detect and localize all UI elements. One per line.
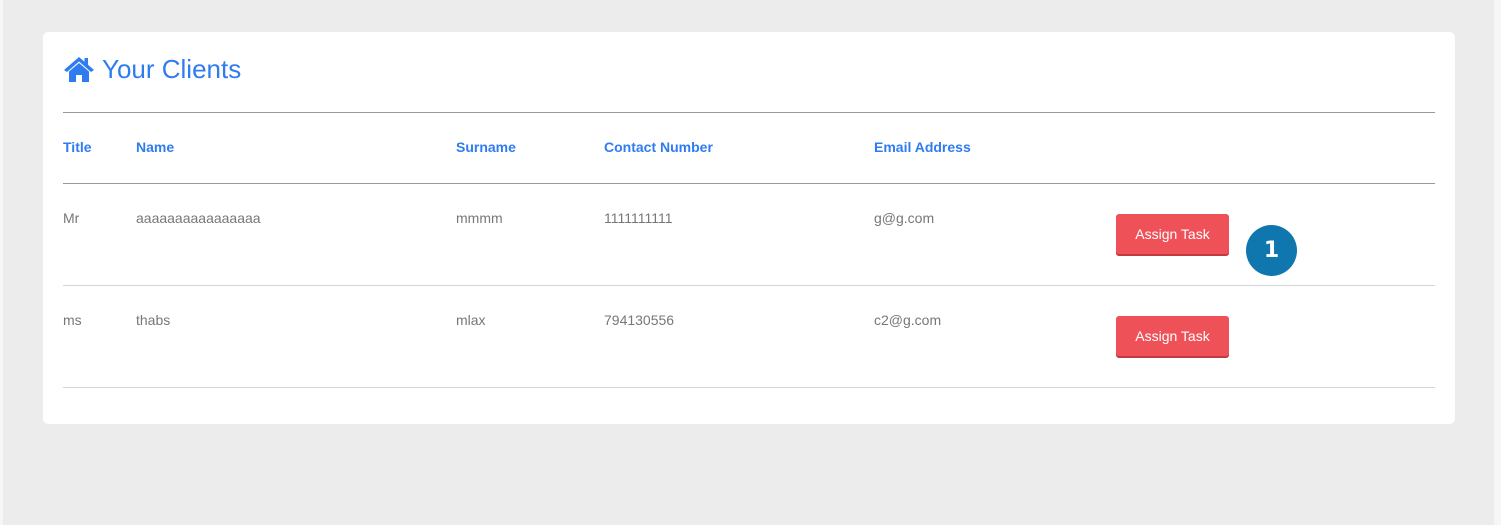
header-top-divider (63, 112, 1435, 113)
cell-email-address: c2@g.com (874, 312, 942, 328)
cell-surname: mlax (456, 312, 486, 328)
page-title: Your Clients (63, 52, 241, 86)
column-header-email-address[interactable]: Email Address (874, 139, 971, 155)
cell-email-address: g@g.com (874, 210, 935, 226)
row-divider (63, 285, 1435, 286)
cell-name: aaaaaaaaaaaaaaaa (136, 210, 261, 226)
column-header-name[interactable]: Name (136, 139, 174, 155)
step-number-badge: 1 (1246, 225, 1297, 276)
column-header-surname[interactable]: Surname (456, 139, 516, 155)
assign-task-button[interactable]: Assign Task (1116, 214, 1229, 254)
cell-title: ms (63, 312, 82, 328)
cell-contact-number: 1111111111 (604, 210, 673, 226)
column-header-contact-number[interactable]: Contact Number (604, 139, 713, 155)
clients-card: Your Clients Title Name Surname Contact … (43, 32, 1455, 424)
home-icon (63, 55, 95, 83)
cell-name: thabs (136, 312, 171, 328)
cell-surname: mmmm (456, 210, 503, 226)
page-scrollbar-track[interactable] (1494, 0, 1501, 525)
page-title-text: Your Clients (102, 53, 242, 84)
assign-task-button[interactable]: Assign Task (1116, 316, 1229, 356)
cell-contact-number: 794130556 (604, 312, 675, 328)
page-left-edge (0, 0, 3, 525)
cell-title: Mr (63, 210, 80, 226)
header-bottom-divider (63, 183, 1435, 184)
column-header-title[interactable]: Title (63, 139, 92, 155)
row-divider (63, 387, 1435, 388)
